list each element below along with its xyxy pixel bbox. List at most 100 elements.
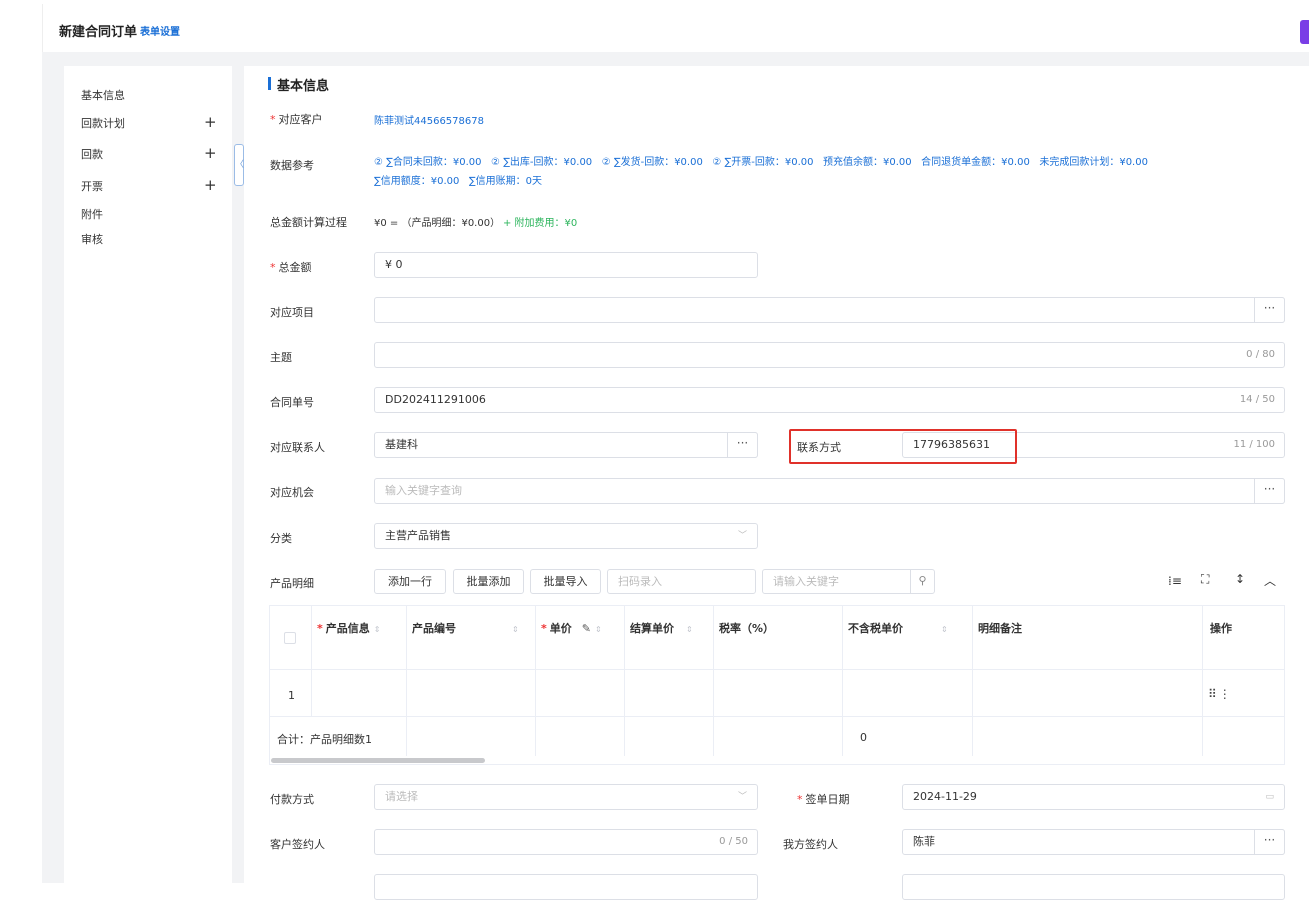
fullscreen-icon[interactable]: ⛶ — [1201, 572, 1209, 587]
search-icon[interactable]: ⚲ — [910, 569, 934, 594]
anchor-sidebar: 基本信息 回款计划 + 回款 + 开票 + 附件 审核 — [64, 66, 232, 883]
sidebar-item-attachment[interactable]: 附件 — [81, 206, 103, 222]
drag-icon[interactable]: ⠿⋮ — [1208, 687, 1233, 701]
dataref-line1: ② ∑合同未回款：¥0.00 ② ∑出库-回款：¥0.00 ② ∑发货-回款：¥… — [374, 157, 1148, 168]
height-icon[interactable]: ↕ — [1235, 572, 1245, 586]
edit-icon[interactable]: ✎ — [582, 622, 591, 635]
section-title: 基本信息 — [267, 75, 329, 94]
page-title: 新建合同订单 — [59, 25, 138, 40]
contact-value: 基建科 — [385, 438, 418, 451]
add-invoice-icon[interactable]: + — [204, 178, 217, 193]
more-icon[interactable]: ··· — [1254, 478, 1285, 504]
customer-label: * 对应客户 — [270, 113, 323, 126]
signdate-input[interactable]: 2024-11-29 ▭ — [902, 784, 1285, 810]
select-all-checkbox[interactable] — [284, 632, 296, 644]
category-value: 主营产品销售 — [385, 529, 451, 542]
sidebar-item-payment-plan[interactable]: 回款计划 — [81, 115, 125, 131]
subject-count: 0 / 80 — [1246, 349, 1275, 360]
partial-field[interactable] — [902, 874, 1285, 900]
side-tab[interactable] — [1300, 20, 1309, 44]
total-input[interactable]: ¥ 0 — [374, 252, 758, 278]
partial-field[interactable] — [374, 874, 758, 900]
oursigner-input[interactable]: 陈菲 ··· — [902, 829, 1285, 855]
add-payment-plan-icon[interactable]: + — [204, 115, 217, 130]
col-line — [535, 606, 536, 756]
calc-extra: + 附加费用：¥0 — [503, 218, 578, 229]
sidebar-item-basic[interactable]: 基本信息 — [81, 87, 125, 103]
col-line — [1202, 606, 1203, 756]
contact-label: 对应联系人 — [270, 441, 325, 454]
sidebar-collapse-icon[interactable]: 〈 — [234, 144, 244, 186]
signdate-label: * 签单日期 — [797, 793, 850, 806]
th-tax-rate: 税率（%） — [719, 622, 775, 635]
col-line — [713, 606, 714, 756]
add-payment-icon[interactable]: + — [204, 146, 217, 161]
payment-placeholder: 请选择 — [385, 790, 418, 803]
opportunity-input[interactable]: 输入关键字查询 ··· — [374, 478, 1285, 504]
th-price[interactable]: * 单价 ✎ ⇕ — [541, 620, 602, 636]
col-line — [406, 606, 407, 756]
contractno-count: 14 / 50 — [1239, 394, 1275, 405]
custsigner-label: 客户签约人 — [270, 838, 325, 851]
chevron-down-icon: ﹀ — [737, 531, 747, 541]
more-icon[interactable]: ··· — [1254, 829, 1285, 855]
signdate-value: 2024-11-29 — [913, 790, 977, 803]
project-label: 对应项目 — [270, 306, 314, 319]
batch-add-button[interactable]: 批量添加 — [453, 569, 524, 594]
sidebar-item-payment[interactable]: 回款 — [81, 146, 103, 162]
project-input[interactable]: ··· — [374, 297, 1285, 323]
sidebar-item-invoice[interactable]: 开票 — [81, 178, 103, 194]
payment-select[interactable]: 请选择 ﹀ — [374, 784, 758, 810]
column-setting-icon[interactable]: ⁞≡ — [1168, 574, 1182, 588]
chevron-down-icon: ﹀ — [737, 792, 747, 802]
oursigner-value: 陈菲 — [913, 835, 935, 848]
category-label: 分类 — [270, 532, 292, 545]
contractno-value: DD202411291006 — [385, 393, 486, 406]
th-product-info[interactable]: * 产品信息 ⇕ — [317, 620, 380, 636]
customer-link[interactable]: 陈菲测试44566578678 — [374, 112, 484, 127]
table-divider — [270, 669, 1284, 670]
subject-input[interactable]: 0 / 80 — [374, 342, 1285, 368]
dataref-label: 数据参考 — [270, 159, 314, 172]
page-header: 新建合同订单 表单设置 — [42, 4, 1309, 52]
dataref-line2: ∑信用额度：¥0.00 ∑信用账期：0天 — [374, 176, 543, 187]
contractno-input[interactable]: DD202411291006 14 / 50 — [374, 387, 1285, 413]
category-select[interactable]: 主营产品销售 ﹀ — [374, 523, 758, 549]
opportunity-placeholder: 输入关键字查询 — [385, 484, 462, 497]
calc-formula: ¥0 = （产品明细：¥0.00） — [374, 218, 501, 229]
table-summary: 合计：产品明细数1 — [277, 733, 372, 746]
oursigner-label: 我方签约人 — [783, 838, 838, 851]
total-label: * 总金额 — [270, 261, 312, 274]
payment-label: 付款方式 — [270, 793, 314, 806]
keyword-input[interactable]: 请输入关键字 ⚲ — [762, 569, 935, 594]
form-setting-link[interactable]: 表单设置 — [140, 23, 180, 38]
col-line — [311, 606, 312, 716]
col-line — [972, 606, 973, 756]
more-icon[interactable]: ··· — [1254, 297, 1285, 323]
custsigner-input[interactable]: 0 / 50 — [374, 829, 758, 855]
custsigner-count: 0 / 50 — [719, 836, 748, 847]
th-settle-price[interactable]: 结算单价 ⇕ — [630, 620, 693, 636]
horizontal-scrollbar[interactable] — [271, 758, 485, 763]
collapse-icon[interactable]: ︿ — [1264, 572, 1276, 589]
summary-value: 0 — [860, 731, 867, 744]
contact-input[interactable]: 基建科 ··· — [374, 432, 758, 458]
phone-count: 11 / 100 — [1233, 439, 1275, 450]
batch-import-button[interactable]: 批量导入 — [530, 569, 601, 594]
col-line — [624, 606, 625, 756]
th-net-price[interactable]: 不含税单价 ⇕ — [848, 620, 948, 636]
calendar-icon[interactable]: ▭ — [1265, 785, 1274, 809]
th-remark: 明细备注 — [978, 622, 1022, 635]
scan-placeholder: 扫码录入 — [618, 575, 662, 588]
sidebar-item-audit[interactable]: 审核 — [81, 231, 103, 247]
highlight-box — [789, 429, 1017, 464]
table-divider — [270, 716, 1284, 717]
th-product-code[interactable]: 产品编号 ⇕ — [412, 620, 519, 636]
opportunity-label: 对应机会 — [270, 486, 314, 499]
th-actions: 操作 — [1210, 622, 1232, 635]
more-icon[interactable]: ··· — [727, 432, 758, 458]
row-index: 1 — [288, 689, 295, 702]
contractno-label: 合同单号 — [270, 396, 314, 409]
add-row-button[interactable]: 添加一行 — [374, 569, 446, 594]
scan-input[interactable]: 扫码录入 — [607, 569, 756, 594]
